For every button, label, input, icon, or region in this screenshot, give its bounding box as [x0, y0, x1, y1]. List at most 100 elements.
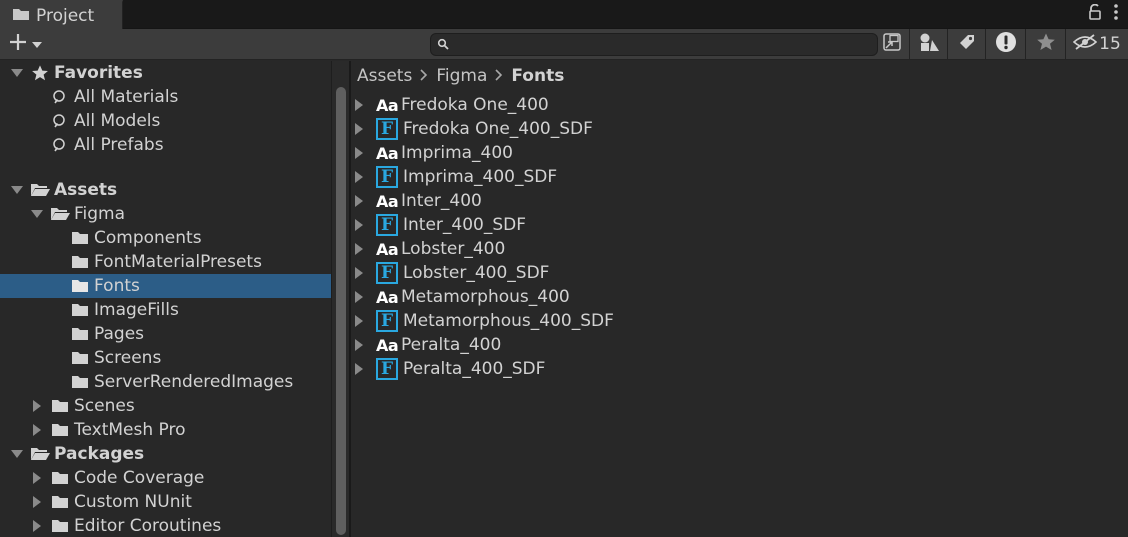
file-row-sdf[interactable]: F Imprima_400_SDF	[351, 165, 1128, 189]
search-field[interactable]	[430, 33, 878, 56]
collapsed-arrow-icon[interactable]	[354, 123, 368, 135]
tree-folder-label: Components	[94, 228, 202, 248]
folder-icon	[50, 420, 70, 440]
collapsed-arrow-icon[interactable]	[354, 291, 368, 303]
console-errors-button[interactable]	[985, 29, 1025, 59]
collapsed-arrow-icon[interactable]	[30, 519, 44, 533]
tree-favorite-item[interactable]: All Models	[0, 109, 331, 133]
file-row-sdf[interactable]: F Peralta_400_SDF	[351, 357, 1128, 381]
collapsed-arrow-icon[interactable]	[354, 315, 368, 327]
file-name: Fredoka One_400	[401, 95, 549, 115]
folder-icon	[70, 276, 90, 296]
tree-folder-imagefills[interactable]: ImageFills	[0, 298, 331, 322]
folder-icon	[70, 252, 90, 272]
collapsed-arrow-icon[interactable]	[354, 267, 368, 279]
tree-folder-textmesh-pro[interactable]: TextMesh Pro	[0, 418, 331, 442]
tree-folder-label: ServerRenderedImages	[94, 372, 294, 392]
tree-package-custom-nunit[interactable]: Custom NUnit	[0, 490, 331, 514]
tree-scrollbar[interactable]	[331, 61, 349, 537]
folder-open-icon	[50, 204, 70, 224]
file-row-font[interactable]: Aa Inter_400	[351, 189, 1128, 213]
file-row-font[interactable]: Aa Lobster_400	[351, 237, 1128, 261]
folder-icon	[12, 6, 30, 26]
tree-folder-label: ImageFills	[94, 300, 179, 320]
collapsed-arrow-icon[interactable]	[30, 471, 44, 485]
filter-by-type-button[interactable]	[909, 29, 947, 59]
tree-package-editor-coroutines[interactable]: Editor Coroutines	[0, 514, 331, 537]
file-row-font[interactable]: Aa Imprima_400	[351, 141, 1128, 165]
font-asset-icon: Aa	[376, 143, 399, 163]
expanded-arrow-icon[interactable]	[10, 447, 24, 461]
search-input[interactable]	[455, 36, 877, 53]
tree-folder-fonts[interactable]: Fonts	[0, 274, 331, 298]
collapsed-arrow-icon[interactable]	[30, 399, 44, 413]
tree-favorite-item[interactable]: All Materials	[0, 85, 331, 109]
tree-folder-serverrenderedimages[interactable]: ServerRenderedImages	[0, 370, 331, 394]
search-by-type-button[interactable]	[876, 29, 908, 59]
tree-scrollbar-thumb[interactable]	[336, 87, 346, 535]
tree-assets[interactable]: Assets	[0, 178, 331, 202]
tag-icon	[957, 32, 977, 57]
breadcrumb-item[interactable]: Assets	[357, 66, 412, 86]
file-row-sdf[interactable]: F Inter_400_SDF	[351, 213, 1128, 237]
hidden-packages-button[interactable]: 15	[1065, 29, 1128, 59]
kebab-menu-icon[interactable]	[1114, 4, 1118, 25]
search-icon	[50, 111, 70, 131]
chevron-down-icon	[32, 34, 42, 54]
folder-icon	[70, 300, 90, 320]
file-name: Metamorphous_400	[401, 287, 570, 307]
file-row-sdf[interactable]: F Metamorphous_400_SDF	[351, 309, 1128, 333]
collapsed-arrow-icon[interactable]	[354, 147, 368, 159]
tree-packages[interactable]: Packages	[0, 442, 331, 466]
file-list-panel: Assets Figma Fonts Aa Fredoka One_400 F …	[351, 61, 1128, 537]
tree-folder-figma[interactable]: Figma	[0, 202, 331, 226]
tab-bar: Project	[0, 0, 1128, 29]
collapsed-arrow-icon[interactable]	[354, 219, 368, 231]
file-name: Lobster_400	[401, 239, 506, 259]
create-button[interactable]	[8, 33, 52, 55]
hidden-count: 15	[1099, 34, 1121, 54]
tree-favorites[interactable]: Favorites	[0, 61, 331, 85]
toolbar: 15	[0, 29, 1128, 60]
expanded-arrow-icon[interactable]	[10, 183, 24, 197]
tree-package-code-coverage[interactable]: Code Coverage	[0, 466, 331, 490]
tree-folder-label: Screens	[94, 348, 162, 368]
font-asset-icon: Aa	[376, 239, 399, 259]
breadcrumb-item[interactable]: Figma	[436, 66, 487, 86]
file-row-font[interactable]: Aa Fredoka One_400	[351, 93, 1128, 117]
collapsed-arrow-icon[interactable]	[354, 363, 368, 375]
collapsed-arrow-icon[interactable]	[354, 195, 368, 207]
font-asset-icon: Aa	[376, 335, 399, 355]
tree-favorite-label: All Materials	[74, 87, 179, 107]
tree-favorite-item[interactable]: All Prefabs	[0, 133, 331, 157]
file-row-sdf[interactable]: F Fredoka One_400_SDF	[351, 117, 1128, 141]
collapsed-arrow-icon[interactable]	[30, 495, 44, 509]
collapsed-arrow-icon[interactable]	[354, 243, 368, 255]
folder-icon	[50, 492, 70, 512]
tree-folder-pages[interactable]: Pages	[0, 322, 331, 346]
file-row-font[interactable]: Aa Metamorphous_400	[351, 285, 1128, 309]
favorite-button[interactable]	[1025, 29, 1065, 59]
file-row-font[interactable]: Aa Peralta_400	[351, 333, 1128, 357]
search-icon	[437, 35, 449, 55]
folder-icon	[70, 228, 90, 248]
tab-project[interactable]: Project	[0, 0, 123, 29]
collapsed-arrow-icon[interactable]	[354, 99, 368, 111]
tree-folder-fontmaterialpresets[interactable]: FontMaterialPresets	[0, 250, 331, 274]
tree-folder-screens[interactable]: Screens	[0, 346, 331, 370]
lock-icon[interactable]	[1088, 3, 1102, 25]
collapsed-arrow-icon[interactable]	[30, 423, 44, 437]
file-row-sdf[interactable]: F Lobster_400_SDF	[351, 261, 1128, 285]
star-icon	[30, 63, 50, 83]
filter-by-label-button[interactable]	[947, 29, 985, 59]
tree-folder-scenes[interactable]: Scenes	[0, 394, 331, 418]
collapsed-arrow-icon[interactable]	[354, 171, 368, 183]
font-asset-icon: Aa	[376, 191, 399, 211]
expanded-arrow-icon[interactable]	[10, 66, 24, 80]
collapsed-arrow-icon[interactable]	[354, 339, 368, 351]
tree-folder-components[interactable]: Components	[0, 226, 331, 250]
expanded-arrow-icon[interactable]	[30, 207, 44, 221]
breadcrumb-current[interactable]: Fonts	[511, 66, 564, 86]
file-name: Inter_400	[401, 191, 482, 211]
plus-icon	[8, 32, 28, 57]
